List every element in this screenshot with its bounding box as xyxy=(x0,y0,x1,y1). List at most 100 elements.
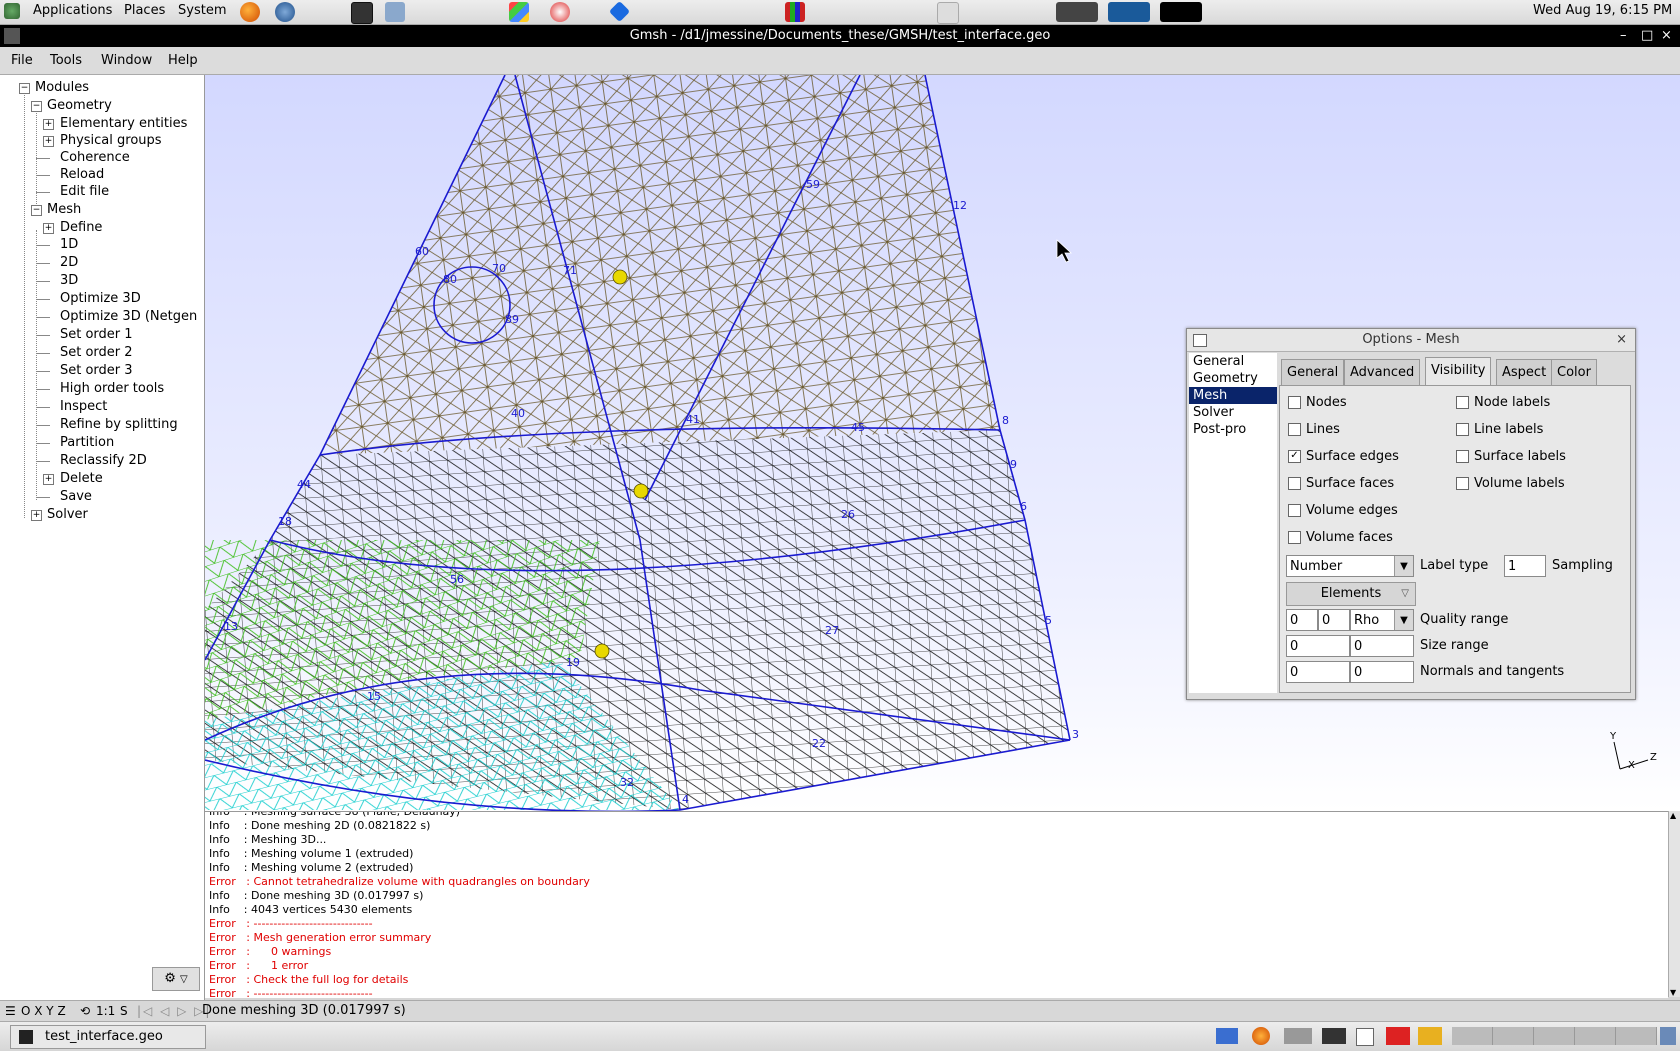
quality-measure-select[interactable]: Rho ▼ xyxy=(1350,609,1414,631)
checkbox-box[interactable] xyxy=(1456,477,1469,490)
message-console[interactable]: Info : Meshing surface 38 (Plane, Delaun… xyxy=(205,811,1668,998)
scroll-up-icon[interactable]: ▲ xyxy=(1670,811,1676,820)
category-general[interactable]: General xyxy=(1189,353,1277,370)
size-min-input[interactable]: 0 xyxy=(1286,635,1350,657)
surface-edges-checkbox[interactable]: ✓ Surface edges xyxy=(1288,449,1399,465)
category-post-pro[interactable]: Post-pro xyxy=(1189,421,1277,438)
system-menu[interactable]: System xyxy=(178,3,226,18)
expand-icon[interactable]: + xyxy=(43,119,54,130)
colorbars-app-icon[interactable] xyxy=(785,2,805,22)
lamp-app-icon[interactable] xyxy=(937,2,959,24)
menu-tools[interactable]: Tools xyxy=(50,53,82,68)
taskbar-window-item[interactable]: test_interface.geo xyxy=(10,1025,206,1049)
normals-input[interactable]: 0 xyxy=(1286,661,1350,683)
s-button[interactable]: S xyxy=(120,1001,128,1021)
elements-menu-button[interactable]: Elements ▽ xyxy=(1286,582,1416,606)
trash-icon[interactable] xyxy=(1660,1027,1676,1045)
gear-menu-button[interactable]: ⚙ ▽ xyxy=(152,967,200,991)
disk-tool-icon[interactable] xyxy=(550,2,570,22)
checkbox-box[interactable] xyxy=(1288,396,1301,409)
menu-file[interactable]: File xyxy=(11,53,33,68)
checkbox-box[interactable] xyxy=(1456,450,1469,463)
animation-controls[interactable]: |◁ ◁ ▷ ▷| xyxy=(137,1001,211,1021)
tab-aspect[interactable]: Aspect xyxy=(1496,359,1553,386)
volume-labels-checkbox[interactable]: Volume labels xyxy=(1456,476,1565,492)
workspace-switcher[interactable] xyxy=(1452,1027,1657,1045)
node-labels-checkbox[interactable]: Node labels xyxy=(1456,395,1550,411)
windows-icon[interactable] xyxy=(509,2,529,22)
tray-icon[interactable] xyxy=(1356,1028,1374,1046)
collapse-icon[interactable]: − xyxy=(31,205,42,216)
expand-icon[interactable]: + xyxy=(43,223,54,234)
tray-gmsh-icon[interactable] xyxy=(1322,1028,1346,1044)
axis-view-buttons[interactable]: O X Y Z xyxy=(21,1001,66,1021)
dialog-title-bar[interactable]: Options - Mesh × xyxy=(1187,329,1635,352)
category-solver[interactable]: Solver xyxy=(1189,404,1277,421)
diamond-app-icon[interactable] xyxy=(608,0,631,23)
window-title-bar[interactable]: Gmsh - /d1/jmessine/Documents_these/GMSH… xyxy=(0,25,1680,47)
collapse-icon[interactable]: − xyxy=(19,83,30,94)
category-geometry[interactable]: Geometry xyxy=(1189,370,1277,387)
category-mesh[interactable]: Mesh xyxy=(1189,387,1277,404)
workspace-1-icon[interactable] xyxy=(1056,2,1098,22)
tab-visibility[interactable]: Visibility xyxy=(1425,357,1492,386)
size-max-input[interactable]: 0 xyxy=(1350,635,1414,657)
gnome-foot-icon[interactable] xyxy=(4,3,20,19)
terminal-icon[interactable] xyxy=(351,2,373,24)
dialog-close-icon[interactable]: × xyxy=(1616,329,1627,351)
checkbox-box[interactable] xyxy=(1456,423,1469,436)
rotate-icon[interactable]: ⟲ xyxy=(80,1001,90,1021)
surface-faces-checkbox[interactable]: Surface faces xyxy=(1288,476,1394,492)
collapse-icon[interactable]: − xyxy=(31,101,42,112)
menu-lines-icon[interactable]: ☰ xyxy=(5,1001,16,1021)
expand-icon[interactable]: + xyxy=(31,510,42,521)
sampling-input[interactable]: 1 xyxy=(1504,555,1546,577)
volume-edges-checkbox[interactable]: Volume edges xyxy=(1288,503,1398,519)
thunderbird-icon[interactable] xyxy=(275,2,295,22)
console-scrollbar[interactable]: ▲ ▼ xyxy=(1668,811,1680,997)
checkbox-box[interactable] xyxy=(1288,531,1301,544)
tab-color[interactable]: Color xyxy=(1551,359,1597,386)
maximize-button[interactable]: □ xyxy=(1641,25,1653,47)
nodes-checkbox[interactable]: Nodes xyxy=(1288,395,1347,411)
lines-checkbox[interactable]: Lines xyxy=(1288,422,1340,438)
scroll-down-icon[interactable]: ▼ xyxy=(1670,988,1676,997)
tab-general[interactable]: General xyxy=(1281,359,1345,386)
menu-window[interactable]: Window xyxy=(101,53,152,68)
clock[interactable]: Wed Aug 19, 6:15 PM xyxy=(1533,3,1672,18)
expand-icon[interactable]: + xyxy=(43,136,54,147)
tray-icon[interactable] xyxy=(1418,1027,1442,1045)
places-menu[interactable]: Places xyxy=(124,3,165,18)
tray-firefox-icon[interactable] xyxy=(1252,1027,1270,1045)
tray-pdf-icon[interactable] xyxy=(1386,1027,1410,1045)
close-button[interactable]: × xyxy=(1661,25,1672,47)
surface-labels-checkbox[interactable]: Surface labels xyxy=(1456,449,1566,465)
workspace-3-icon[interactable] xyxy=(1160,2,1202,22)
checkbox-box[interactable] xyxy=(1288,423,1301,436)
label-type-select[interactable]: Number ▼ xyxy=(1286,555,1414,577)
quality-max-input[interactable]: 0 xyxy=(1318,609,1350,631)
quality-min-input[interactable]: 0 xyxy=(1286,609,1318,631)
firefox-icon[interactable] xyxy=(240,2,260,22)
checkbox-box[interactable] xyxy=(1288,477,1301,490)
tray-icon[interactable] xyxy=(1284,1028,1312,1044)
checkbox-box[interactable] xyxy=(1288,504,1301,517)
dropdown-arrow-icon[interactable]: ▼ xyxy=(1394,610,1413,630)
tray-icon[interactable] xyxy=(1216,1028,1238,1044)
workspace-2-icon[interactable] xyxy=(1108,2,1150,22)
scale-button[interactable]: 1:1 xyxy=(96,1001,115,1021)
minimize-button[interactable]: – xyxy=(1620,25,1627,47)
dialog-menu-icon[interactable] xyxy=(1193,334,1207,347)
volume-faces-checkbox[interactable]: Volume faces xyxy=(1288,530,1393,546)
dropdown-arrow-icon[interactable]: ▼ xyxy=(1394,556,1413,576)
expand-icon[interactable]: + xyxy=(43,474,54,485)
checkmark-icon[interactable]: ✓ xyxy=(1288,450,1301,463)
menu-help[interactable]: Help xyxy=(168,53,198,68)
checkbox-box[interactable] xyxy=(1456,396,1469,409)
tangents-input[interactable]: 0 xyxy=(1350,661,1414,683)
line-labels-checkbox[interactable]: Line labels xyxy=(1456,422,1543,438)
file-manager-icon[interactable] xyxy=(385,2,405,22)
applications-menu[interactable]: Applications xyxy=(33,3,112,18)
tab-advanced[interactable]: Advanced xyxy=(1344,359,1421,386)
window-menu-icon[interactable] xyxy=(4,28,20,44)
